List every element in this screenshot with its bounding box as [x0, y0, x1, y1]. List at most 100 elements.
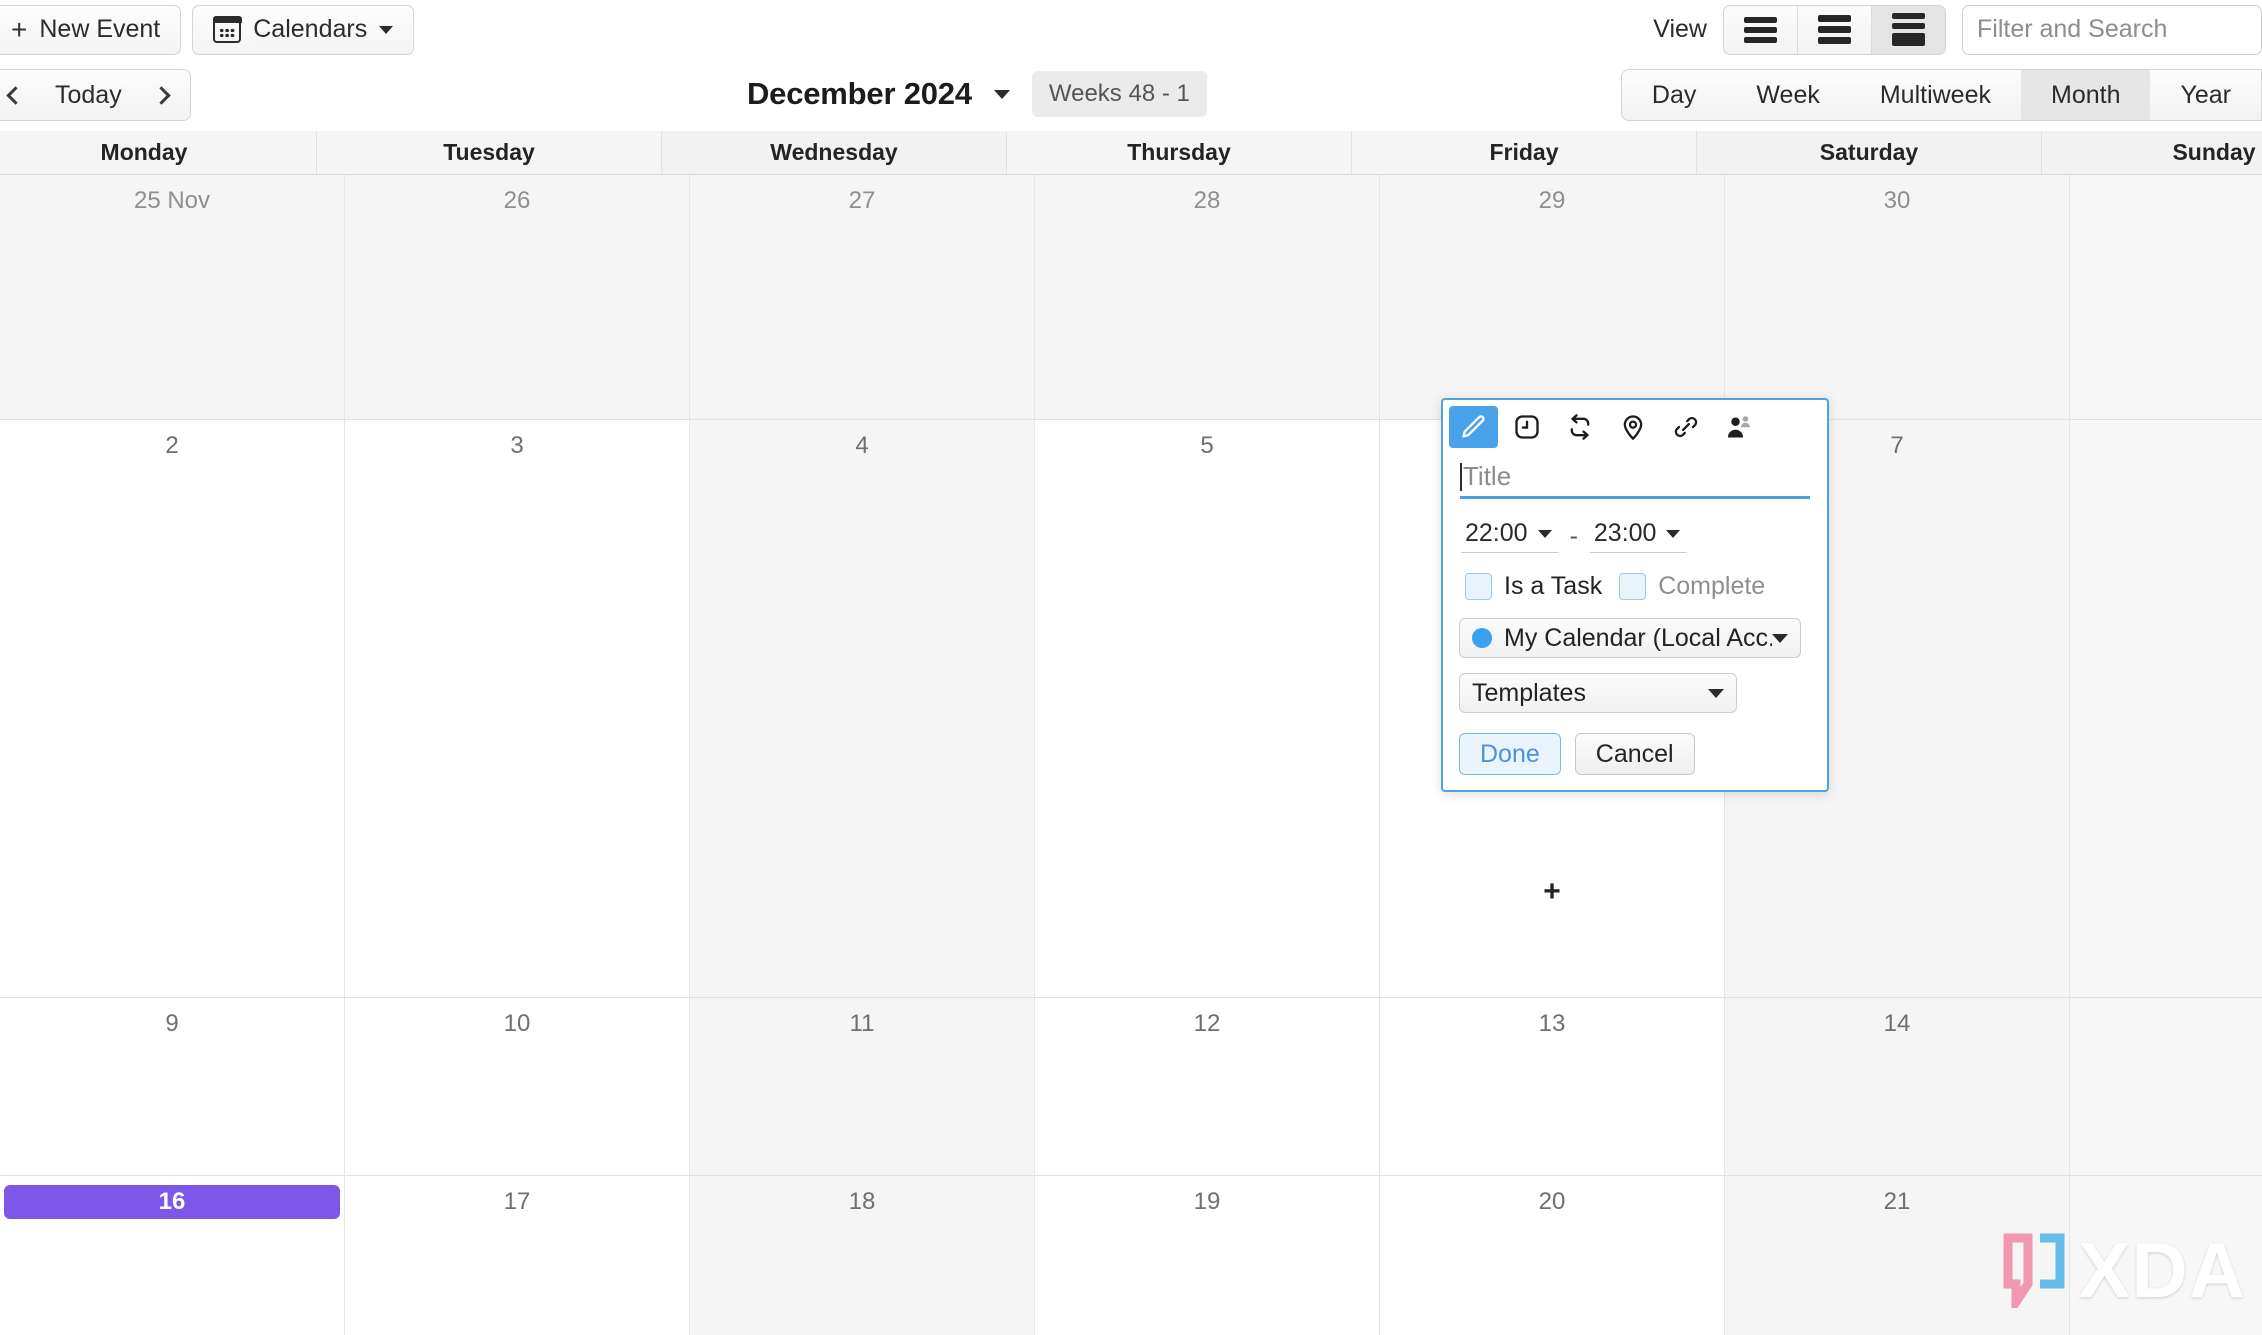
day-cell[interactable]: 25 Nov — [0, 175, 345, 419]
day-cell[interactable]: 3 — [345, 420, 690, 997]
details-pencil-icon-button[interactable] — [1449, 406, 1498, 448]
day-cell[interactable]: 14 — [1725, 998, 2070, 1175]
day-number: 11 — [849, 1010, 875, 1037]
previous-period-button[interactable] — [0, 70, 43, 120]
repeat-icon-button[interactable] — [1555, 406, 1604, 448]
calendar-color-dot — [1472, 628, 1492, 648]
day-number: 18 — [848, 1188, 876, 1215]
density-comfortable-button[interactable] — [1872, 5, 1945, 54]
day-number: 14 — [1883, 1010, 1911, 1037]
day-number: 4 — [855, 432, 869, 459]
today-day-number: 16 — [4, 1185, 340, 1219]
day-cell[interactable]: 5 — [1035, 420, 1380, 997]
toolbar-left-group: + New Event Calendars — [0, 4, 415, 55]
plus-icon: + — [11, 13, 28, 45]
weeks-range-badge: Weeks 48 - 1 — [1031, 71, 1207, 117]
tab-month[interactable]: Month — [2021, 70, 2151, 120]
weekday-header-wednesday: Wednesday — [662, 131, 1007, 174]
location-pin-icon — [1623, 415, 1642, 440]
day-number: 2 — [165, 432, 179, 459]
tab-multiweek[interactable]: Multiweek — [1850, 70, 2021, 120]
event-title-input[interactable]: Title — [1460, 457, 1810, 499]
weekday-header-saturday: Saturday — [1697, 131, 2042, 174]
today-nav-group: Today — [0, 69, 191, 121]
tab-week[interactable]: Week — [1726, 70, 1849, 120]
day-cell[interactable]: 10 — [345, 998, 690, 1175]
cancel-button[interactable]: Cancel — [1574, 733, 1695, 775]
start-time-value: 22:00 — [1465, 519, 1528, 547]
view-mode-toggle-group: Day Week Multiweek Month Year — [1620, 69, 2262, 121]
new-event-button[interactable]: + New Event — [0, 4, 182, 55]
new-event-label: New Event — [39, 15, 161, 43]
day-number: 10 — [503, 1010, 531, 1037]
density-compact-button[interactable] — [1724, 5, 1798, 54]
event-title-placeholder: Title — [1463, 461, 1512, 491]
day-cell[interactable]: 19 — [1035, 1176, 1380, 1335]
day-cell[interactable]: 27 — [690, 175, 1035, 419]
link-icon — [1674, 417, 1697, 437]
calendars-button[interactable]: Calendars — [192, 4, 415, 55]
day-cell[interactable] — [2070, 420, 2262, 997]
weekday-header-sunday: Sunday — [2042, 131, 2262, 174]
is-a-task-checkbox[interactable] — [1465, 573, 1492, 600]
density-medium-button[interactable] — [1798, 5, 1872, 54]
navigation-bar: Today December 2024 Weeks 48 - 1 Day Wee… — [0, 59, 2262, 131]
templates-select[interactable]: Templates — [1459, 673, 1737, 713]
day-cell[interactable]: 18 — [690, 1176, 1035, 1335]
day-number: 13 — [1538, 1010, 1566, 1037]
day-cell[interactable]: 20 — [1380, 1176, 1725, 1335]
attendees-icon-button[interactable] — [1714, 406, 1763, 448]
filter-search-input[interactable]: Filter and Search — [1962, 4, 2262, 55]
day-cell[interactable]: 29 — [1380, 175, 1725, 419]
day-number: 19 — [1193, 1188, 1221, 1215]
month-picker-chevron-down-icon[interactable] — [993, 89, 1010, 99]
day-cell[interactable]: 2 — [0, 420, 345, 997]
day-number: 12 — [1193, 1010, 1221, 1037]
period-title-group: December 2024 Weeks 48 - 1 — [747, 71, 1207, 117]
day-cell[interactable] — [2070, 1176, 2262, 1335]
day-cell[interactable] — [2070, 998, 2262, 1175]
weekday-header-friday: Friday — [1352, 131, 1697, 174]
calendar-week-row: 51 16 17 18 19 20 21 — [0, 1176, 2262, 1335]
end-time-select[interactable]: 23:00 — [1589, 519, 1687, 553]
day-cell[interactable]: 11 — [690, 998, 1035, 1175]
today-button[interactable]: Today — [43, 81, 134, 110]
complete-checkbox[interactable] — [1619, 573, 1647, 600]
chevron-down-icon — [379, 25, 394, 34]
view-label: View — [1653, 15, 1707, 43]
add-event-button[interactable]: + — [1380, 875, 1724, 909]
calendar-select[interactable]: My Calendar (Local Acc... — [1459, 618, 1801, 658]
calendar-week-row: 49 2 3 4 5 6 + 7 — [0, 420, 2262, 998]
day-cell[interactable]: 9 — [0, 998, 345, 1175]
day-cell[interactable]: 21 — [1725, 1176, 2070, 1335]
location-pin-icon-button[interactable] — [1608, 406, 1657, 448]
day-cell[interactable]: 17 — [345, 1176, 690, 1335]
day-number: 17 — [503, 1188, 531, 1215]
day-cell[interactable]: 4 — [690, 420, 1035, 997]
start-time-select[interactable]: 22:00 — [1461, 519, 1558, 553]
toolbar-right-group: View Filter and Search — [1653, 4, 2262, 55]
medium-rows-icon — [1818, 15, 1851, 44]
complete-label: Complete — [1658, 572, 1766, 600]
day-number: 26 — [503, 187, 531, 214]
day-cell[interactable]: 30 — [1725, 175, 2070, 419]
chevron-down-icon — [1666, 529, 1681, 538]
day-cell[interactable]: 13 — [1380, 998, 1725, 1175]
tab-year[interactable]: Year — [2150, 70, 2261, 120]
chevron-right-icon — [152, 85, 171, 105]
day-cell[interactable] — [2070, 175, 2262, 419]
day-cell[interactable]: 26 — [345, 175, 690, 419]
link-icon-button[interactable] — [1661, 406, 1710, 448]
day-cell-today[interactable]: 16 — [0, 1176, 345, 1335]
day-cell[interactable]: 12 — [1035, 998, 1380, 1175]
next-period-button[interactable] — [134, 70, 190, 120]
day-number: 27 — [848, 187, 876, 214]
event-flags-row: Is a Task Complete — [1443, 553, 1827, 601]
time-clock-icon-button[interactable] — [1502, 406, 1551, 448]
tab-day[interactable]: Day — [1622, 70, 1726, 120]
day-cell[interactable]: 28 — [1035, 175, 1380, 419]
day-number: 25 Nov — [133, 187, 211, 214]
done-button[interactable]: Done — [1459, 733, 1561, 775]
attendees-icon — [1727, 416, 1750, 438]
day-number: 9 — [165, 1010, 179, 1037]
